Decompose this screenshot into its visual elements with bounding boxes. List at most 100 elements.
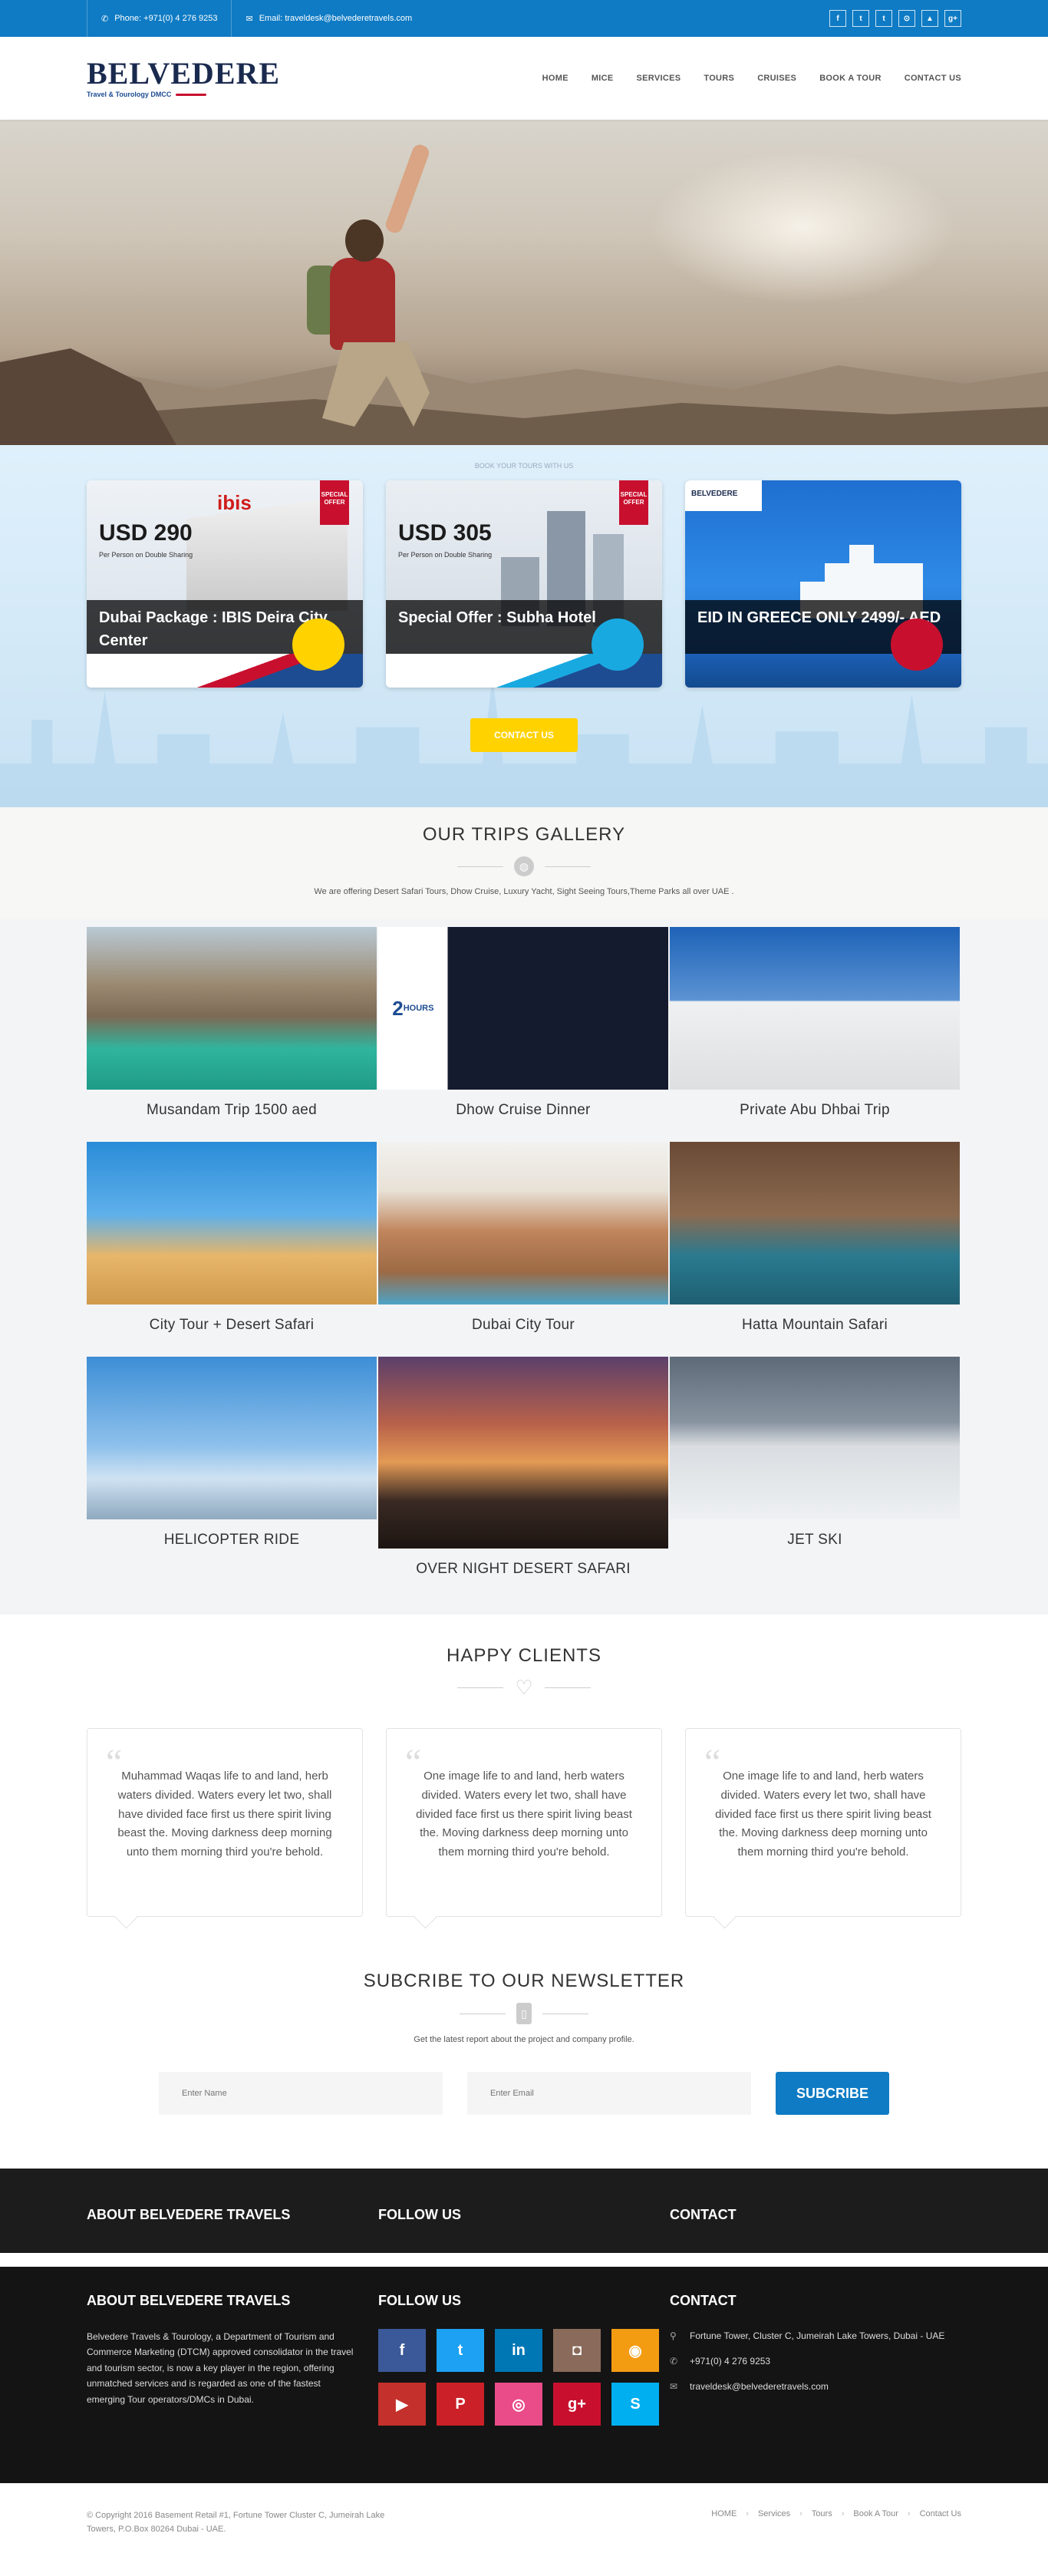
pinterest-icon[interactable]: P <box>437 2383 484 2426</box>
gallery-title: OUR TRIPS GALLERY <box>422 824 626 845</box>
gallery-label: City Tour + Desert Safari <box>149 1317 315 1333</box>
logo-tagline: Travel & Tourology DMCC <box>87 91 172 98</box>
footer-contact: CONTACT ⚲ Fortune Tower, Cluster C, Jumei… <box>670 2293 961 2426</box>
bottom-link-book-a-tour[interactable]: Book A Tour <box>853 2509 898 2536</box>
email-info[interactable]: ✉ Email: traveldesk@belvederetravels.com <box>231 0 426 37</box>
site-logo[interactable]: BELVEDERE Travel & Tourology DMCC <box>87 58 280 99</box>
nav-book-a-tour[interactable]: BOOK A TOUR <box>819 74 882 83</box>
gallery-item[interactable]: Musandam Trip 1500 aed <box>87 927 377 1142</box>
testimonial-text: Muhammad Waqas life to and land, herb wa… <box>117 1770 332 1859</box>
ibis-logo: ibis <box>217 491 252 514</box>
nav-services[interactable]: SERVICES <box>637 74 681 83</box>
offer-cards: ibis USD 290 Per Person on Double Sharin… <box>87 480 961 688</box>
nav-mice[interactable]: MICE <box>592 74 614 83</box>
location-icon: ⚲ <box>670 2330 677 2341</box>
bottom-link-contact-us[interactable]: Contact Us <box>920 2509 961 2536</box>
gallery-item[interactable]: Private Abu Dhbai Trip <box>670 927 960 1142</box>
facebook-icon[interactable]: f <box>378 2329 426 2372</box>
youtube-icon[interactable]: ▲ <box>921 10 938 27</box>
twitter-icon[interactable]: t <box>852 10 869 27</box>
rss-icon[interactable]: ◉ <box>611 2329 659 2372</box>
dribbble-icon[interactable]: ⊙ <box>898 10 915 27</box>
nav-home[interactable]: HOME <box>542 74 568 83</box>
instagram-icon[interactable]: ◘ <box>553 2329 601 2372</box>
site-header: BELVEDERE Travel & Tourology DMCC HOME M… <box>0 37 1048 120</box>
gallery-label: OVER NIGHT DESERT SAFARI <box>416 1561 631 1577</box>
phone-icon: ✆ <box>101 14 109 24</box>
name-input[interactable] <box>159 2072 443 2115</box>
tumblr-icon[interactable]: t <box>875 10 892 27</box>
offer-price: USD 305 <box>398 520 492 546</box>
strip-about-title: ABOUT BELVEDERE TRAVELS <box>87 2207 291 2222</box>
offer-sub: Per Person on Double Sharing <box>398 551 493 559</box>
offer-dot <box>592 618 644 671</box>
gallery-image <box>87 1357 377 1519</box>
gallery-label: JET SKI <box>787 1532 842 1548</box>
main-nav: HOME MICE SERVICES TOURS CRUISES BOOK A … <box>542 74 961 83</box>
gallery-item[interactable]: OVER NIGHT DESERT SAFARI <box>378 1357 668 1595</box>
testimonials: “ Muhammad Waqas life to and land, herb … <box>87 1728 961 1917</box>
offer-card[interactable]: BELVEDERE EID IN GREECE ONLY 2499/- AED <box>685 480 961 688</box>
nav-contact-us[interactable]: CONTACT US <box>905 74 961 83</box>
gallery-item[interactable]: Hatta Mountain Safari <box>670 1142 960 1357</box>
nav-cruises[interactable]: CRUISES <box>757 74 796 83</box>
newsletter-form: SUBCRIBE <box>0 2072 1048 2115</box>
subscribe-button[interactable]: SUBCRIBE <box>776 2072 889 2115</box>
contact-us-button[interactable]: CONTACT US <box>470 718 578 752</box>
email-input[interactable] <box>467 2072 751 2115</box>
gallery-image: 2 HOURS <box>378 927 668 1090</box>
gallery-image <box>87 1142 377 1304</box>
footer-email[interactable]: traveldesk@belvederetravels.com <box>690 2380 829 2394</box>
offer-card[interactable]: USD 305 Per Person on Double Sharing SPE… <box>386 480 662 688</box>
top-social-links: f t t ⊙ ▲ g+ <box>829 10 961 27</box>
bottom-bar: © Copyright 2016 Basement Retail #1, For… <box>0 2483 1048 2549</box>
heart-icon: ♡ <box>515 1675 533 1699</box>
gallery-item[interactable]: JET SKI <box>670 1357 960 1572</box>
gallery-item[interactable]: HELICOPTER RIDE <box>87 1357 377 1572</box>
special-offer-badge: SPECIAL OFFER <box>619 480 648 525</box>
phone-text: Phone: +971(0) 4 276 9253 <box>114 14 218 23</box>
mail-icon: ✉ <box>246 14 253 24</box>
phone-icon: ✆ <box>670 2356 678 2367</box>
facebook-icon[interactable]: f <box>829 10 846 27</box>
happy-clients-section: HAPPY CLIENTS ♡ “ Muhammad Waqas life to… <box>0 1615 1048 1963</box>
skype-icon[interactable]: S <box>611 2383 659 2426</box>
bottom-link-tours[interactable]: Tours <box>812 2509 832 2536</box>
gallery-item[interactable]: Dubai City Tour <box>378 1142 668 1357</box>
bottom-link-services[interactable]: Services <box>758 2509 790 2536</box>
gallery-image <box>87 927 377 1090</box>
footer-follow: FOLLOW US f t in ◘ ◉ ▶ P ◎ g+ S <box>378 2293 670 2426</box>
footer-about-text: Belvedere Travels & Tourology, a Departm… <box>87 2331 354 2405</box>
gallery-item[interactable]: City Tour + Desert Safari <box>87 1142 377 1357</box>
logo-swoosh <box>176 93 207 96</box>
quote-icon: “ <box>106 1742 123 1783</box>
footer-about-title: ABOUT BELVEDERE TRAVELS <box>87 2293 291 2308</box>
offer-dot <box>292 618 344 671</box>
strip-contact-title: CONTACT <box>670 2207 737 2222</box>
offer-dot <box>891 618 943 671</box>
offer-card[interactable]: ibis USD 290 Per Person on Double Sharin… <box>87 480 363 688</box>
dribbble-icon[interactable]: ◎ <box>495 2383 542 2426</box>
google-plus-icon[interactable]: g+ <box>553 2383 601 2426</box>
linkedin-icon[interactable]: in <box>495 2329 542 2372</box>
testimonial-card: “ Muhammad Waqas life to and land, herb … <box>87 1728 363 1917</box>
newsletter-section: SUBCRIBE TO OUR NEWSLETTER ▯ Get the lat… <box>0 1963 1048 2169</box>
footer-follow-title: FOLLOW US <box>378 2293 461 2308</box>
gallery-image <box>670 1357 960 1519</box>
youtube-icon[interactable]: ▶ <box>378 2383 426 2426</box>
email-text[interactable]: Email: traveldesk@belvederetravels.com <box>259 14 412 23</box>
gallery-image <box>670 927 960 1090</box>
top-bar: ✆ Phone: +971(0) 4 276 9253 ✉ Email: tra… <box>0 0 1048 37</box>
testimonial-text: One image life to and land, herb waters … <box>715 1770 931 1859</box>
google-plus-icon[interactable]: g+ <box>944 10 961 27</box>
nav-tours[interactable]: TOURS <box>704 74 734 83</box>
gallery-item[interactable]: 2 HOURS Dhow Cruise Dinner <box>378 927 668 1142</box>
gallery-header: OUR TRIPS GALLERY ◍ We are offering Dese… <box>0 807 1048 919</box>
hero-banner <box>0 120 1048 445</box>
bottom-link-home[interactable]: HOME <box>711 2509 737 2536</box>
twitter-icon[interactable]: t <box>437 2329 484 2372</box>
offers-section: BOOK YOUR TOURS WITH US ibis USD 290 Per… <box>0 445 1048 807</box>
gallery-image <box>378 1357 668 1549</box>
gallery-label: HELICOPTER RIDE <box>163 1532 300 1548</box>
gallery-label: Private Abu Dhbai Trip <box>740 1102 890 1118</box>
